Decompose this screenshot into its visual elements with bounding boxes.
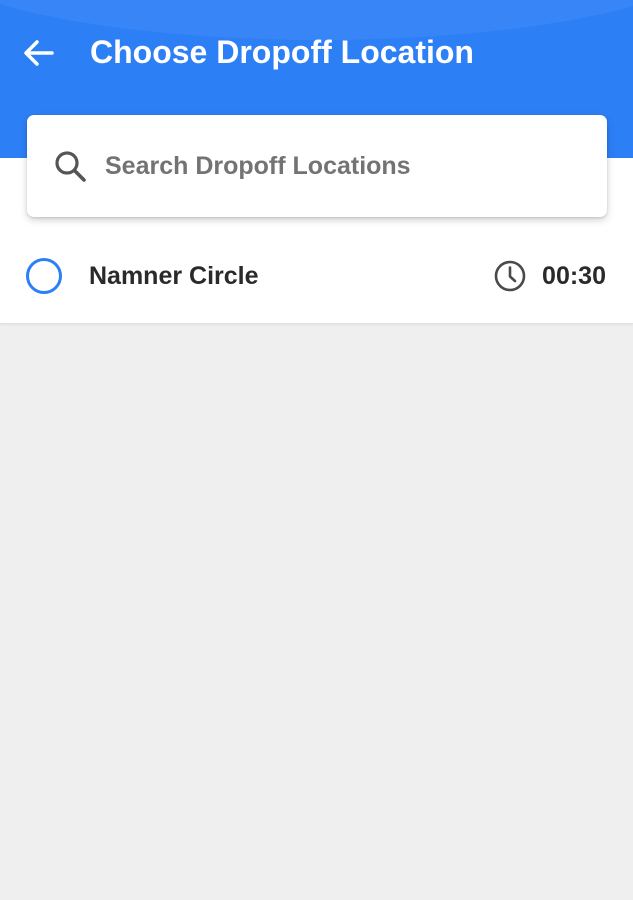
location-time: 00:30: [542, 262, 606, 290]
location-name: Namner Circle: [89, 262, 259, 290]
location-item[interactable]: Namner Circle 00:30: [0, 240, 633, 312]
search-icon: [55, 151, 86, 182]
radio-button[interactable]: [26, 258, 62, 294]
page-title: Choose Dropoff Location: [90, 34, 474, 70]
clock-icon: [494, 260, 526, 292]
arrow-left-icon: [24, 40, 54, 66]
search-bar: [27, 115, 607, 217]
search-input[interactable]: [105, 143, 585, 189]
back-button[interactable]: [18, 32, 60, 74]
